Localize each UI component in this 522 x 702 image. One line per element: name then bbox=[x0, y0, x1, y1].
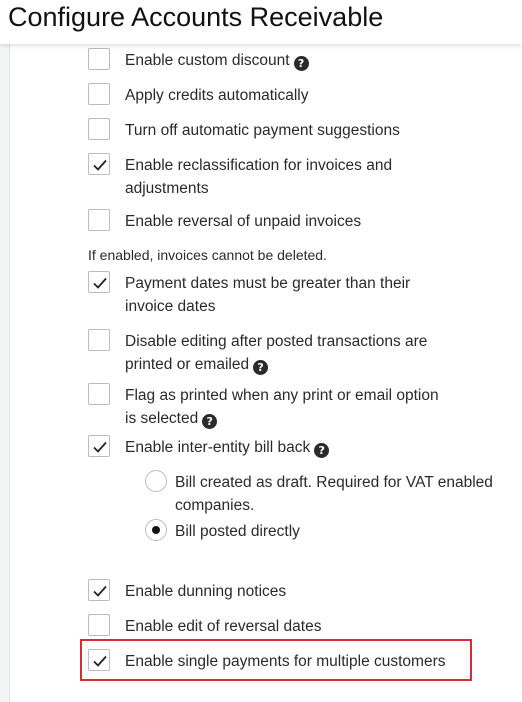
checkmark-icon bbox=[93, 159, 107, 171]
option-label: Enable edit of reversal dates bbox=[125, 618, 322, 635]
left-sidebar-strip bbox=[0, 44, 10, 702]
option-label-line2: adjustments bbox=[125, 180, 209, 197]
option-label: Enable reversal of unpaid invoices bbox=[125, 213, 362, 230]
option-label: Enable dunning notices bbox=[125, 583, 287, 600]
reversal-note: If enabled, invoices cannot be deleted. bbox=[88, 247, 327, 263]
radio-label: Bill posted directly bbox=[175, 523, 300, 540]
option-label: Enable custom discount bbox=[125, 52, 290, 69]
checkbox[interactable] bbox=[88, 435, 110, 457]
option-label: Payment dates must be greater than their bbox=[125, 275, 411, 292]
radio-label-line2: companies. bbox=[175, 497, 255, 514]
option-label: Flag as printed when any print or email … bbox=[125, 387, 439, 404]
option-label: Disable editing after posted transaction… bbox=[125, 333, 428, 350]
option-label: Apply credits automatically bbox=[125, 87, 309, 104]
checkmark-icon bbox=[93, 441, 107, 453]
checkbox[interactable] bbox=[88, 118, 110, 140]
radio-button[interactable] bbox=[145, 470, 167, 492]
checkbox[interactable] bbox=[88, 649, 110, 671]
checkbox[interactable] bbox=[88, 83, 110, 105]
help-icon[interactable]: ? bbox=[293, 56, 309, 71]
option-label-line2: printed or emailed bbox=[125, 356, 250, 373]
radio-button[interactable] bbox=[145, 519, 167, 541]
checkbox[interactable] bbox=[88, 329, 110, 351]
help-icon[interactable]: ? bbox=[253, 360, 269, 375]
checkbox[interactable] bbox=[88, 209, 110, 231]
checkbox[interactable] bbox=[88, 271, 110, 293]
checkbox[interactable] bbox=[88, 153, 110, 175]
option-label: Enable reclassification for invoices and bbox=[125, 157, 393, 174]
page-header: Configure Accounts Receivable bbox=[0, 0, 522, 44]
checkbox[interactable] bbox=[88, 383, 110, 405]
option-label: Turn off automatic payment suggestions bbox=[125, 122, 400, 139]
option-label-line2: is selected bbox=[125, 410, 199, 427]
help-icon[interactable]: ? bbox=[202, 414, 218, 429]
checkbox[interactable] bbox=[88, 579, 110, 601]
checkmark-icon bbox=[93, 655, 107, 667]
option-label-line2: invoice dates bbox=[125, 298, 216, 315]
checkmark-icon bbox=[93, 277, 107, 289]
option-label: Enable inter-entity bill back bbox=[125, 439, 311, 456]
checkbox[interactable] bbox=[88, 614, 110, 636]
radio-label: Bill created as draft. Required for VAT … bbox=[175, 474, 493, 491]
page-title: Configure Accounts Receivable bbox=[8, 2, 384, 32]
radio-selected-dot bbox=[152, 526, 160, 534]
checkmark-icon bbox=[93, 585, 107, 597]
option-label: Enable single payments for multiple cust… bbox=[125, 653, 446, 670]
checkbox[interactable] bbox=[88, 48, 110, 70]
help-icon[interactable]: ? bbox=[314, 443, 330, 458]
